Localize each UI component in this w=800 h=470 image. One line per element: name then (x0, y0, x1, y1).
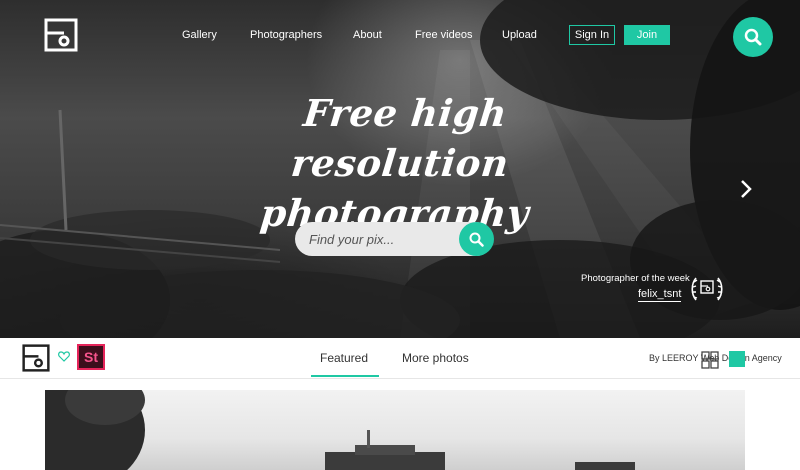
tab-featured[interactable]: Featured (320, 351, 368, 365)
adobe-stock-badge[interactable]: St (77, 344, 105, 370)
sub-navigation-bar: St Featured More photos By LEEROY Web De… (0, 338, 800, 379)
logo-icon[interactable] (44, 18, 78, 52)
search-input[interactable] (309, 230, 449, 248)
nav-photographers[interactable]: Photographers (250, 29, 322, 41)
nav-free-videos[interactable]: Free videos (415, 29, 472, 41)
header-search-button[interactable] (733, 17, 773, 57)
chevron-right-icon[interactable] (737, 178, 755, 200)
tab-more-photos[interactable]: More photos (402, 351, 469, 365)
featured-photo-image (45, 390, 635, 470)
search-icon (744, 28, 762, 46)
sign-in-button[interactable]: Sign In (569, 25, 615, 45)
grid-icon[interactable] (701, 351, 719, 369)
search-submit-button[interactable] (459, 222, 494, 256)
nav-upload[interactable]: Upload (502, 29, 537, 41)
hero: Gallery Photographers About Free videos … (0, 0, 800, 338)
nav-gallery[interactable]: Gallery (182, 29, 217, 41)
photographer-of-week-link[interactable]: felix_tsnt (638, 288, 682, 302)
tab-active-indicator (311, 375, 379, 377)
hero-search-bar (295, 222, 494, 256)
photographer-of-week-label: Photographer of the week (581, 273, 690, 284)
hero-headline: Free high resolution photography (192, 88, 608, 238)
join-button[interactable]: Join (624, 25, 670, 45)
search-icon (469, 232, 484, 247)
award-icon (691, 277, 723, 301)
featured-photo[interactable] (45, 390, 745, 470)
hero-headline-line1: Free high resolution (289, 91, 511, 185)
nav-about[interactable]: About (353, 29, 382, 41)
layout-toggle-active[interactable] (729, 351, 745, 367)
heart-icon[interactable] (58, 351, 70, 362)
logo-icon[interactable] (22, 344, 50, 372)
